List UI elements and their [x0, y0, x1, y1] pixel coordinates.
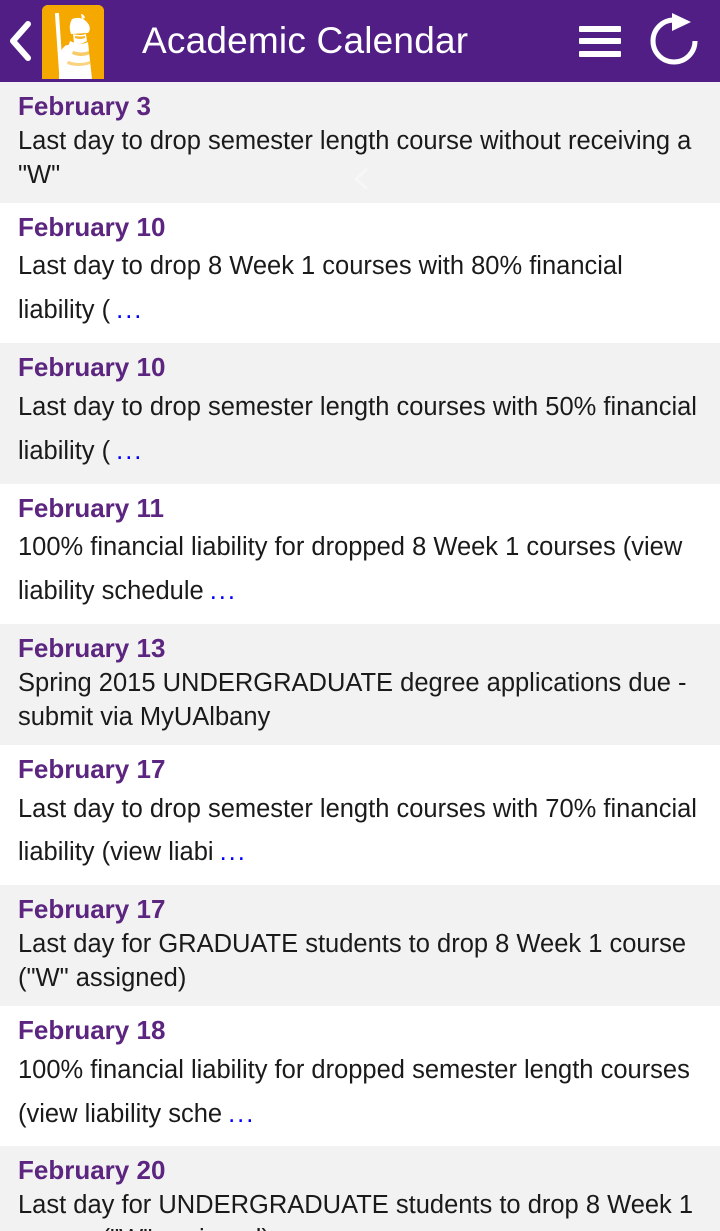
- event-date: February 17: [18, 894, 166, 925]
- event-description: Spring 2015 UNDERGRADUATE degree applica…: [18, 668, 687, 731]
- event-list[interactable]: February 3 Last day to drop semester len…: [0, 82, 720, 1231]
- page-title: Academic Calendar: [142, 20, 469, 61]
- event-row[interactable]: February 3 Last day to drop semester len…: [0, 82, 720, 203]
- event-description-wrap: 100% financial liability for dropped sem…: [18, 1049, 702, 1137]
- event-description: 100% financial liability for dropped sem…: [18, 1055, 690, 1128]
- event-row[interactable]: February 11 100% financial liability for…: [0, 483, 720, 625]
- event-date: February 20: [18, 1155, 166, 1186]
- event-description: 100% financial liability for dropped 8 W…: [18, 533, 683, 606]
- event-row[interactable]: February 13 Spring 2015 UNDERGRADUATE de…: [0, 624, 720, 745]
- event-date: February 10: [18, 211, 166, 242]
- event-description-wrap: Last day to drop semester length courses…: [18, 788, 702, 876]
- event-date: February 10: [18, 352, 166, 383]
- app-bar: Academic Calendar: [0, 0, 720, 82]
- read-more-ellipsis[interactable]: ...: [204, 577, 237, 605]
- event-description: Last day to drop 8 Week 1 courses with 8…: [18, 252, 623, 325]
- event-description: Last day to drop semester length courses…: [18, 794, 697, 867]
- refresh-button[interactable]: [646, 13, 702, 69]
- read-more-ellipsis[interactable]: ...: [214, 838, 247, 866]
- read-more-ellipsis[interactable]: ...: [110, 437, 143, 465]
- event-description-wrap: Last day to drop semester length courses…: [18, 386, 702, 474]
- hamburger-menu-icon: [579, 25, 621, 57]
- event-row[interactable]: February 10 Last day to drop semester le…: [0, 343, 720, 484]
- event-date: February 13: [18, 633, 166, 664]
- event-description: Last day to drop semester length course …: [18, 126, 692, 189]
- event-description-wrap: Last day to drop 8 Week 1 courses with 8…: [18, 245, 702, 333]
- event-description-wrap: 100% financial liability for dropped 8 W…: [18, 526, 702, 614]
- event-row[interactable]: February 10 Last day to drop 8 Week 1 co…: [0, 202, 720, 344]
- event-row[interactable]: February 18 100% financial liability for…: [0, 1005, 720, 1147]
- event-date: February 18: [18, 1014, 166, 1045]
- event-date: February 17: [18, 753, 166, 784]
- event-date: February 11: [18, 492, 164, 523]
- refresh-icon: [646, 13, 702, 69]
- chevron-left-icon: [7, 19, 33, 63]
- event-date: February 3: [18, 91, 151, 121]
- event-row[interactable]: February 17 Last day for GRADUATE studen…: [0, 885, 720, 1006]
- read-more-ellipsis[interactable]: ...: [222, 1100, 255, 1128]
- event-description: Last day for UNDERGRADUATE students to d…: [18, 1191, 694, 1231]
- ualbany-logo: [42, 5, 104, 79]
- event-row[interactable]: February 17 Last day to drop semester le…: [0, 744, 720, 886]
- back-button[interactable]: [0, 0, 40, 82]
- app-bar-actions: [574, 13, 720, 69]
- read-more-ellipsis[interactable]: ...: [110, 296, 143, 324]
- event-description: Last day for GRADUATE students to drop 8…: [18, 930, 687, 992]
- menu-button[interactable]: [574, 15, 626, 67]
- event-row[interactable]: February 20 Last day for UNDERGRADUATE s…: [0, 1146, 720, 1231]
